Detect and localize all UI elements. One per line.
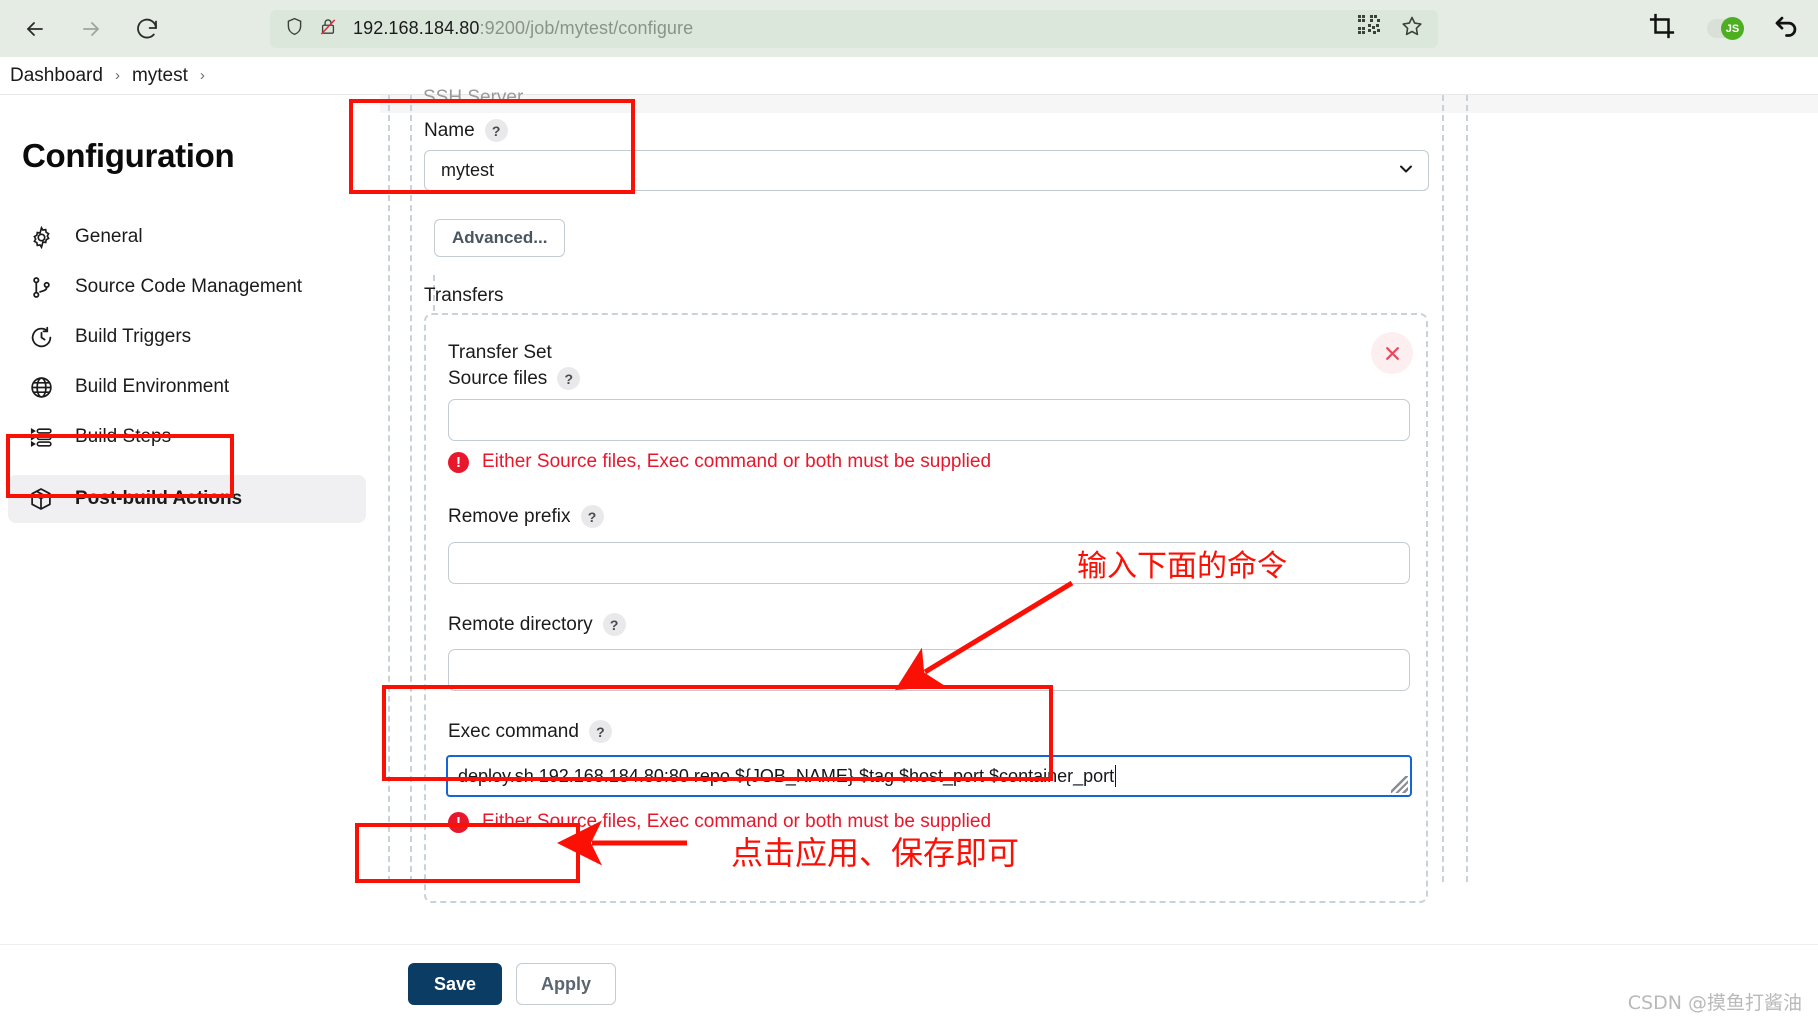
breadcrumb-item-dashboard[interactable]: Dashboard <box>4 65 109 87</box>
globe-icon <box>28 374 54 400</box>
source-files-error: ! Either Source files, Exec command or b… <box>448 451 991 473</box>
insecure-lock-icon[interactable] <box>318 16 338 42</box>
remote-directory-label: Remote directory ? <box>448 613 626 636</box>
shield-icon <box>284 16 305 42</box>
chevron-down-icon <box>1398 160 1414 181</box>
url-text: 192.168.184.80:9200/job/mytest/configure <box>353 18 694 38</box>
undo-arrow-icon[interactable] <box>1773 13 1800 45</box>
help-icon[interactable]: ? <box>580 505 604 528</box>
sidebar-item-label: Build Environment <box>75 376 230 397</box>
error-icon: ! <box>448 451 469 473</box>
advanced-button[interactable]: Advanced... <box>434 219 566 257</box>
js-toggle[interactable] <box>1707 17 1744 40</box>
package-icon <box>28 486 54 512</box>
annotation-enter-command: 输入下面的命令 <box>1077 549 1287 584</box>
transfer-set-panel: Transfer Set Source files ? ! Either Sou… <box>424 313 1428 903</box>
reload-button[interactable] <box>132 14 162 44</box>
source-files-label: Source files ? <box>448 367 581 390</box>
remove-prefix-label: Remove prefix ? <box>448 505 604 528</box>
star-icon[interactable] <box>1400 14 1424 43</box>
sidebar-item-general[interactable]: General <box>8 213 366 261</box>
breadcrumb-item-mytest[interactable]: mytest <box>126 65 194 87</box>
forward-button[interactable] <box>76 14 106 44</box>
breadcrumb-separator: › <box>199 67 205 84</box>
exec-command-textarea[interactable]: deploy.sh 192.168.184.80:80 repo ${JOB_N… <box>446 755 1412 797</box>
transfer-set-heading: Transfer Set <box>448 342 552 363</box>
gear-icon <box>28 224 54 250</box>
git-branch-icon <box>28 274 54 300</box>
breadcrumb: Dashboard › mytest › <box>0 57 1818 95</box>
sidebar-item-source-code-management[interactable]: Source Code Management <box>8 263 366 311</box>
sidebar-item-build-environment[interactable]: Build Environment <box>8 363 366 411</box>
configuration-sidebar: Configuration General Source Code Manage… <box>0 95 380 1022</box>
qr-code-icon[interactable] <box>1358 15 1380 42</box>
name-label: Name ? <box>424 119 508 142</box>
back-button[interactable] <box>20 14 50 44</box>
error-icon: ! <box>448 811 469 833</box>
resize-grip-icon[interactable] <box>1391 776 1408 793</box>
text-caret <box>1115 765 1117 787</box>
form-footer: Save Apply <box>0 944 1818 1022</box>
browser-toolbar: 192.168.184.80:9200/job/mytest/configure <box>0 0 1818 57</box>
ssh-server-heading: SSH Server <box>423 87 524 108</box>
ssh-server-name-value: mytest <box>441 160 495 180</box>
clock-icon <box>28 324 54 350</box>
watermark: CSDN @摸鱼打酱油 <box>1627 992 1802 1014</box>
exec-command-value: deploy.sh 192.168.184.80:80 repo ${JOB_N… <box>458 765 1115 786</box>
annotation-click-apply-save: 点击应用、保存即可 <box>731 834 1020 872</box>
help-icon[interactable]: ? <box>602 613 626 636</box>
apply-button[interactable]: Apply <box>516 963 617 1005</box>
sidebar-item-post-build-actions[interactable]: Post-build Actions <box>8 475 366 523</box>
sidebar-item-label: Build Triggers <box>75 326 192 347</box>
sidebar-item-label: Build Steps <box>75 426 172 447</box>
ssh-server-name-select[interactable]: mytest <box>424 150 1429 191</box>
save-button[interactable]: Save <box>408 963 503 1005</box>
help-icon[interactable]: ? <box>557 367 581 390</box>
error-text: Either Source files, Exec command or bot… <box>482 451 992 472</box>
address-bar[interactable]: 192.168.184.80:9200/job/mytest/configure <box>270 9 1438 48</box>
sidebar-item-build-steps[interactable]: Build Steps <box>8 413 366 461</box>
list-steps-icon <box>28 424 54 450</box>
exec-command-label: Exec command ? <box>448 720 612 743</box>
sidebar-item-label: General <box>75 226 143 247</box>
page-body: Configuration General Source Code Manage… <box>0 87 1818 1022</box>
help-icon[interactable]: ? <box>484 119 508 142</box>
sidebar-item-label: Source Code Management <box>75 276 303 297</box>
sidebar-item-label: Post-build Actions <box>75 488 243 509</box>
sidebar-item-build-triggers[interactable]: Build Triggers <box>8 313 366 361</box>
remote-directory-input[interactable] <box>448 649 1410 691</box>
breadcrumb-separator: › <box>114 67 120 84</box>
panel-top-strip <box>380 95 1818 113</box>
transfers-heading: Transfers <box>424 285 504 306</box>
source-files-input[interactable] <box>448 399 1410 441</box>
close-icon[interactable] <box>1371 332 1413 374</box>
page-title: Configuration <box>22 137 235 174</box>
help-icon[interactable]: ? <box>588 720 612 743</box>
crop-icon[interactable] <box>1649 13 1675 44</box>
